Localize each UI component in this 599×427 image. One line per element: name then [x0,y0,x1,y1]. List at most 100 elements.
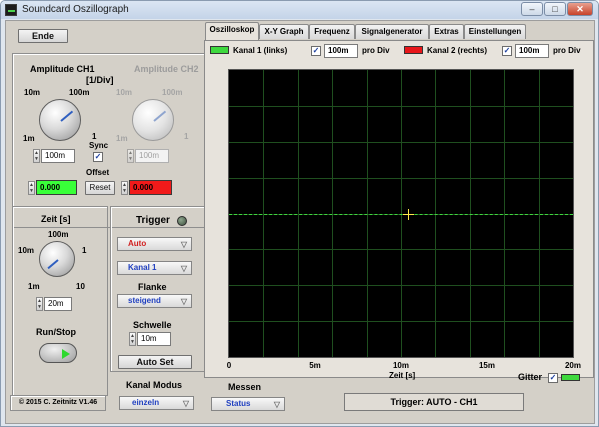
trigger-channel-value: Kanal 1 [128,263,157,272]
tab-oszilloskop[interactable]: Oszilloskop [205,22,259,40]
amplitude-ch2-title: Amplitude CH2 [134,64,199,74]
oscilloscope-display[interactable] [228,69,574,358]
kanal-modus-select[interactable]: einzeln ▽ [119,396,194,410]
chevron-down-icon: ▽ [180,240,187,249]
amp1-tick-100m: 100m [69,88,90,97]
main-content: Ende Amplitude CH1 [1/Div] Amplitude CH2… [5,20,595,424]
copyright-label: © 2015 C. Zeitnitz V1.46 [10,395,106,411]
window-title: Soundcard Oszillograph [22,4,129,15]
zeit-title: Zeit [s] [41,214,71,224]
amp2-spinner[interactable]: ▲ ▼ [127,149,134,163]
tab-extras[interactable]: Extras [429,24,464,39]
tab-signalgenerator[interactable]: Signalgenerator [355,24,429,39]
auto-set-button[interactable]: Auto Set [118,355,192,369]
flanke-value: steigend [128,296,161,305]
zeit-tick-1: 1 [82,246,87,255]
offset1-spinner[interactable]: ▲ ▼ [28,181,35,195]
amplitude-ch2-knob[interactable] [132,99,174,141]
kanal-modus-value: einzeln [132,398,160,407]
zeit-value[interactable]: 20m [44,297,72,311]
x-tick-label: 20m [564,361,581,370]
messen-status-select[interactable]: Status ▽ [211,397,285,411]
minimize-icon[interactable]: – [521,2,543,16]
schwelle-value[interactable]: 10m [137,332,171,346]
maximize-icon[interactable]: □ [544,2,566,16]
amp1-tick-1: 1 [92,132,97,141]
grid-line-horizontal [229,285,573,286]
x-tick-label: 5m [309,361,321,370]
time-knob[interactable] [39,241,75,277]
tab-xy-graph[interactable]: X-Y Graph [259,24,309,39]
tab-einstellungen[interactable]: Einstellungen [464,24,526,39]
app-window: Soundcard Oszillograph – □ ✕ Ende Amplit… [0,0,599,427]
amp2-tick-1: 1 [184,132,189,141]
grid-line-horizontal [229,106,573,107]
gitter-label: Gitter [518,372,543,382]
offset-ch1-value[interactable]: 0.000 [36,180,77,195]
ende-button[interactable]: Ende [18,29,68,43]
amp1-tick-1m: 1m [23,134,35,143]
x-tick-label: 10m [392,361,409,370]
schwelle-spinner[interactable]: ▲ ▼ [129,332,136,346]
amplitude-ch1-value[interactable]: 100m [41,149,75,163]
ch2-visible-checkbox[interactable]: ✓ [502,46,512,56]
kanal-modus-label: Kanal Modus [126,380,183,390]
zeit-tick-10m: 10m [18,246,35,255]
oscilloscope-app-icon [5,4,17,16]
offset2-spinner[interactable]: ▲ ▼ [121,181,128,195]
trigger-mode-select[interactable]: Auto ▽ [117,237,192,251]
amp2-tick-10m: 10m [116,88,133,97]
run-stop-button[interactable] [39,343,77,363]
ch1-visible-checkbox[interactable]: ✓ [311,46,321,56]
trigger-led [177,216,187,226]
ch2-div-value[interactable]: 100m [515,44,549,58]
sync-label: Sync [89,141,109,150]
trigger-status-display: Trigger: AUTO - CH1 [344,393,524,411]
chevron-down-icon: ▽ [180,297,187,306]
gitter-checkbox[interactable]: ✓ [548,373,558,383]
title-bar: Soundcard Oszillograph – □ ✕ [1,1,598,19]
amp2-tick-100m: 100m [162,88,183,97]
ch1-div-unit: pro Div [362,46,390,55]
amplitude-ch1-knob[interactable] [39,99,81,141]
zeit-tick-100m: 100m [48,230,69,239]
ch2-div-unit: pro Div [553,46,581,55]
zeit-tick-10: 10 [76,282,85,291]
ch1-div-value[interactable]: 100m [324,44,358,58]
chevron-down-icon: ▽ [182,399,189,408]
messen-status-value: Status [226,399,251,408]
amp1-spinner[interactable]: ▲ ▼ [33,149,40,163]
messen-label: Messen [228,382,262,392]
zeit-spinner[interactable]: ▲ ▼ [36,297,43,311]
close-icon[interactable]: ✕ [567,2,593,16]
tab-frequenz[interactable]: Frequenz [309,24,355,39]
sync-checkbox[interactable]: ✓ [93,152,103,162]
ch2-color-swatch [404,46,423,54]
ch2-legend-label: Kanal 2 (rechts) [427,46,488,55]
ch1-legend-label: Kanal 1 (links) [233,46,288,55]
offset-ch2-value[interactable]: 0.000 [129,180,172,195]
play-icon [62,349,70,359]
amplitude-ch1-title: Amplitude CH1 [30,64,95,74]
chevron-down-icon: ▽ [273,400,280,409]
amp1-knob-pointer [60,110,74,122]
ch1-color-swatch [210,46,229,54]
amp2-tick-1m: 1m [116,134,128,143]
chevron-down-icon: ▽ [180,264,187,273]
time-knob-pointer [47,259,59,270]
offset-reset-button[interactable]: Reset [85,181,115,195]
grid-line-horizontal [229,142,573,143]
ch1-trace [229,214,573,215]
grid-line-horizontal [229,321,573,322]
amplitude-ch2-value[interactable]: 100m [135,149,169,163]
flanke-select[interactable]: steigend ▽ [117,294,192,308]
flanke-label: Flanke [138,282,167,292]
grid-line-horizontal [229,249,573,250]
offset-label: Offset [86,168,110,177]
grid-line-horizontal [229,178,573,179]
trigger-title: Trigger [136,215,170,226]
trigger-channel-select[interactable]: Kanal 1 ▽ [117,261,192,275]
zeit-tick-1m: 1m [28,282,40,291]
grid-color-swatch[interactable] [561,374,580,381]
x-tick-label: 15m [478,361,495,370]
